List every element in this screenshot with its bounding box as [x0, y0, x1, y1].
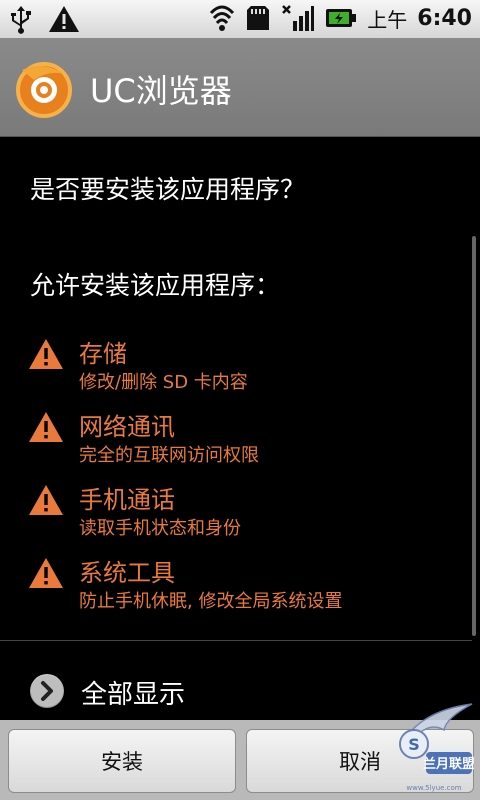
permission-name: 系统工具 [79, 559, 175, 587]
permission-name: 网络通讯 [79, 413, 175, 441]
usb-icon [11, 6, 31, 34]
install-button[interactable]: 安装 [8, 729, 236, 793]
warning-icon [29, 412, 63, 442]
permission-description: 修改/删除 SD 卡内容 [79, 372, 248, 393]
scrollbar[interactable] [472, 236, 476, 636]
install-question: 是否要安装该应用程序？ [30, 175, 306, 204]
clock-time: 6:40 [417, 5, 472, 31]
wifi-icon [210, 5, 235, 31]
app-title: UC浏览器 [90, 72, 232, 110]
svg-text:S: S [408, 735, 420, 754]
show-all-label: 全部显示 [81, 680, 186, 710]
watermark-logo: S 兰月联盟 www.5lyue.com [399, 703, 474, 792]
permissions-header: 允许安装该应用程序： [30, 271, 281, 300]
chevron-right-icon [30, 674, 64, 708]
divider [0, 640, 472, 641]
status-bar: 上午 6:40 [0, 0, 480, 38]
title-bar: UC浏览器 [0, 38, 480, 137]
warning-icon [29, 485, 63, 515]
warning-icon [29, 339, 63, 369]
permission-name: 手机通话 [79, 486, 175, 514]
sd-card-icon [247, 6, 270, 30]
permission-description: 读取手机状态和身份 [79, 518, 241, 539]
permission-description: 完全的互联网访问权限 [79, 445, 259, 466]
clock-ampm: 上午 [367, 7, 408, 32]
signal-icon [282, 5, 315, 31]
watermark-subtext: www.5lyue.com [406, 784, 461, 792]
uc-browser-logo-icon [16, 62, 72, 118]
permission-name: 存储 [79, 340, 127, 368]
warning-icon [49, 6, 79, 32]
battery-charging-icon [326, 9, 357, 27]
warning-icon [29, 558, 63, 588]
permission-description: 防止手机休眠, 修改全局系统设置 [79, 591, 343, 612]
watermark-text: 兰月联盟 [423, 756, 474, 772]
